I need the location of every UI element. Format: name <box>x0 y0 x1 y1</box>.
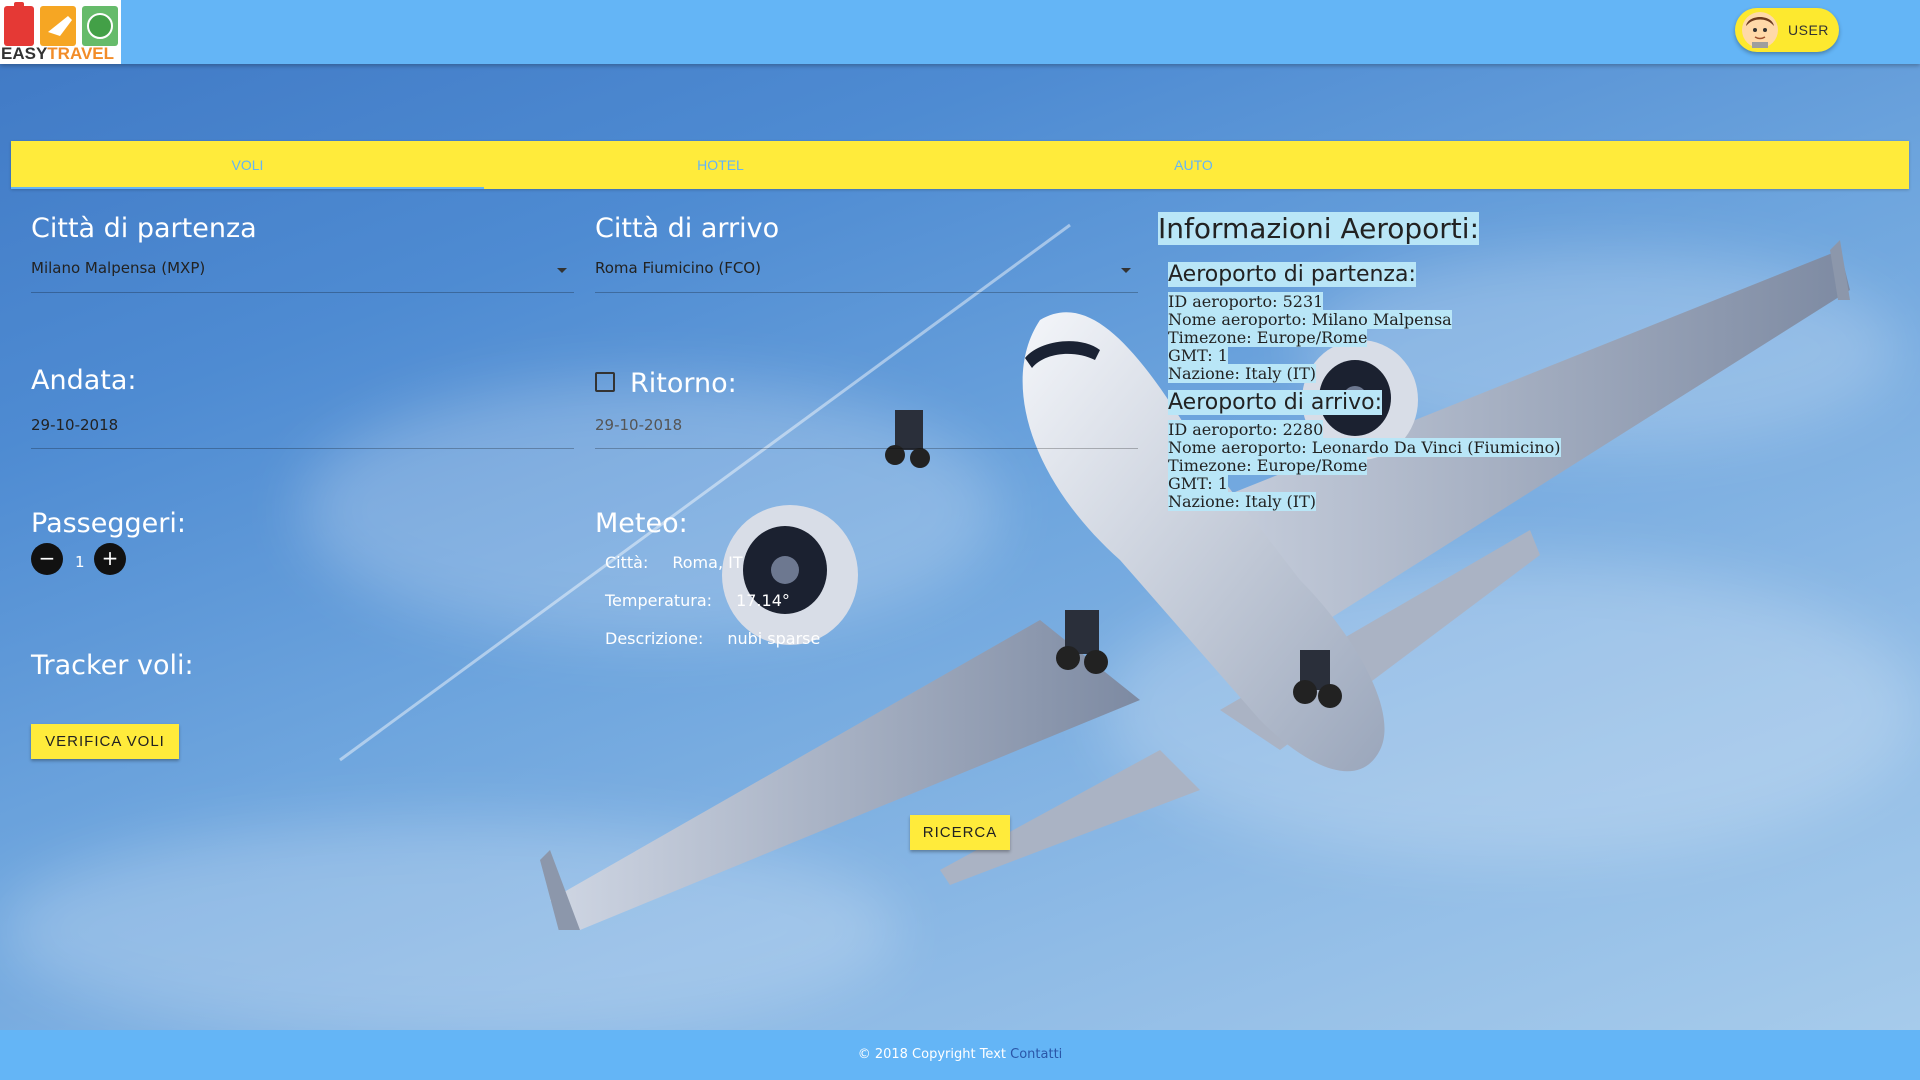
top-app-bar: EASYTRAVEL USER <box>0 0 1920 64</box>
easytravel-logo[interactable]: EASYTRAVEL <box>0 0 121 64</box>
arrival-airport-timezone: Timezone: Europe/Rome <box>1168 456 1368 475</box>
return-checkbox[interactable] <box>595 372 615 392</box>
user-label: USER <box>1788 22 1829 38</box>
departure-airport-gmt: GMT: 1 <box>1168 346 1228 365</box>
dropdown-caret-icon[interactable] <box>1121 268 1131 273</box>
airport-info-title: Informazioni Aeroporti: <box>1158 212 1480 245</box>
weather-city-label: Città: <box>605 553 649 572</box>
weather-temperature: Temperatura: 17.14° <box>605 591 814 610</box>
passengers-count: 1 <box>75 553 85 571</box>
arrival-city-select[interactable]: Roma Fiumicino (FCO) <box>595 259 761 277</box>
weather-city-value: Roma, IT <box>672 553 743 572</box>
tab-auto[interactable]: AUTO <box>957 141 1430 189</box>
arrival-airport-title: Aeroporto di arrivo: <box>1168 390 1383 415</box>
avatar <box>1742 12 1778 48</box>
departure-airport-timezone: Timezone: Europe/Rome <box>1168 328 1368 347</box>
arrival-airport-country: Nazione: Italy (IT) <box>1168 492 1316 511</box>
weather-city: Città: Roma, IT <box>605 553 767 572</box>
weather-description: Descrizione: nubi sparse <box>605 629 844 648</box>
return-underline <box>595 448 1138 449</box>
dropdown-caret-icon[interactable] <box>557 268 567 273</box>
user-button[interactable]: USER <box>1735 8 1839 52</box>
outbound-underline <box>31 448 574 449</box>
footer: © 2018 Copyright Text Contatti <box>0 1030 1920 1080</box>
return-label: Ritorno: <box>630 368 737 399</box>
logo-icons <box>4 2 118 46</box>
footer-copyright: © 2018 Copyright Text <box>857 1047 1006 1062</box>
tab-label: AUTO <box>1174 157 1213 173</box>
outbound-date-input[interactable]: 29-10-2018 <box>31 416 118 434</box>
increment-passengers-button[interactable]: + <box>94 543 126 575</box>
footer-contacts-link[interactable]: Contatti <box>1010 1047 1062 1062</box>
verify-flights-button[interactable]: VERIFICA VOLI <box>31 724 179 759</box>
departure-airport-name: Nome aeroporto: Milano Malpensa <box>1168 310 1452 329</box>
tab-hotel[interactable]: HOTEL <box>484 141 957 189</box>
arrival-city-label: Città di arrivo <box>595 213 780 244</box>
tab-label: HOTEL <box>697 157 744 173</box>
logo-text: EASYTRAVEL <box>1 44 115 63</box>
weather-temp-label: Temperatura: <box>605 591 713 610</box>
departure-airport-country: Nazione: Italy (IT) <box>1168 364 1316 383</box>
tab-voli[interactable]: VOLI <box>11 141 484 189</box>
passengers-label: Passeggeri: <box>31 508 186 539</box>
outbound-label: Andata: <box>31 365 137 396</box>
decrement-passengers-button[interactable]: − <box>31 543 63 575</box>
weather-desc-value: nubi sparse <box>727 629 821 648</box>
departure-city-label: Città di partenza <box>31 213 257 244</box>
return-date-input[interactable]: 29-10-2018 <box>595 416 682 434</box>
weather-temp-value: 17.14° <box>736 591 790 610</box>
tab-active-indicator <box>11 187 484 189</box>
arrival-airport-id: ID aeroporto: 2280 <box>1168 420 1324 439</box>
arrival-airport-gmt: GMT: 1 <box>1168 474 1228 493</box>
tab-label: VOLI <box>231 157 264 173</box>
arrival-underline <box>595 292 1138 293</box>
flight-tracker-label: Tracker voli: <box>31 650 194 681</box>
departure-airport-id: ID aeroporto: 5231 <box>1168 292 1324 311</box>
departure-underline <box>31 292 574 293</box>
departure-city-select[interactable]: Milano Malpensa (MXP) <box>31 259 205 277</box>
arrival-airport-name: Nome aeroporto: Leonardo Da Vinci (Fiumi… <box>1168 438 1561 457</box>
weather-desc-label: Descrizione: <box>605 629 704 648</box>
departure-airport-title: Aeroporto di partenza: <box>1168 262 1416 287</box>
weather-title: Meteo: <box>595 508 688 539</box>
tab-bar: VOLI HOTEL AUTO <box>11 141 1909 189</box>
search-button[interactable]: RICERCA <box>910 815 1010 850</box>
